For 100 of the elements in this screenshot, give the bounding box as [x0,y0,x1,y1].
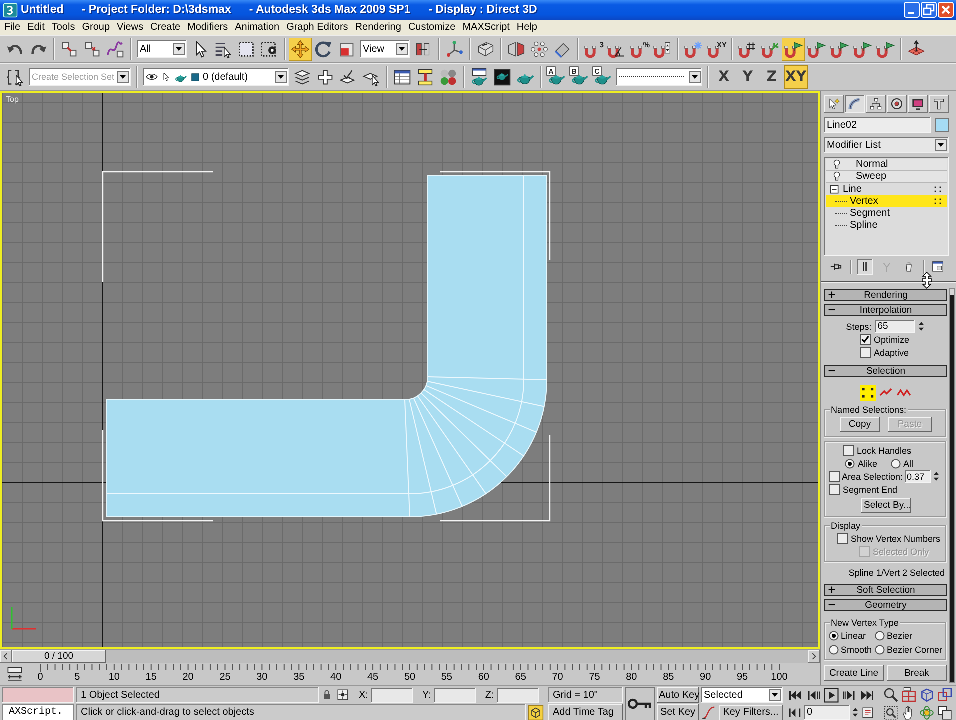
select-by-button[interactable]: Select By... [861,498,911,513]
cursor-arrow-icon[interactable] [161,71,171,83]
hierarchy-icon[interactable] [866,95,886,113]
named-selection-button[interactable]: Copy [840,417,880,432]
radio-button[interactable] [875,645,885,655]
timeline-ruler[interactable]: 0 5 10 15 20 25 30 35 40 45 50 55 60 65 70 75 80 85 90 95 100 [36,663,798,685]
set-key-button[interactable]: Set Key [657,704,699,720]
checkbox[interactable] [829,471,840,482]
sub-object-item[interactable]: Segment [826,207,947,219]
eye-icon[interactable] [146,71,158,83]
menu-item[interactable]: Graph Editors [283,22,352,33]
curve-editor-toggle-icon[interactable] [5,666,25,683]
dropdown[interactable]: View [360,40,410,58]
light-bulb-icon[interactable] [832,171,842,182]
plus-icon[interactable] [828,586,836,594]
menu-item[interactable]: Animation [232,22,284,33]
script-input-field[interactable]: AXScript. [2,704,74,720]
modifier-stack-item[interactable]: Line [826,183,947,195]
rollout-header[interactable]: Interpolation [824,304,947,316]
menu-item[interactable]: Edit [24,22,48,33]
checkbox[interactable] [860,347,871,358]
menu-item[interactable]: Create [147,22,184,33]
spinner-arrows-icon[interactable] [852,706,859,719]
axis-constraint-button[interactable]: XY [784,65,808,89]
coordinate-field[interactable] [434,688,476,702]
plus-icon[interactable] [828,291,836,299]
radio-button[interactable] [829,631,839,641]
geometry-button[interactable]: Break [887,665,947,681]
coordinate-field[interactable] [497,688,540,702]
modifier-stack-item[interactable]: Normal [826,159,947,171]
tangent-curve-icon[interactable] [701,704,717,720]
hammer-icon[interactable] [929,95,949,113]
geometry-button[interactable]: Create Line [824,665,884,681]
axis-constraint-button[interactable]: Y [736,65,760,89]
maximize-viewport-icon[interactable] [937,704,953,720]
flag-magnet-icon[interactable] [782,38,805,60]
zoom-extents-all-icon[interactable] [937,687,953,703]
zoom-all-icon[interactable] [901,687,917,703]
radio-button[interactable] [845,458,855,468]
time-slider-thumb[interactable]: 0 / 100 [12,650,106,663]
object-color-swatch[interactable] [935,118,949,132]
app-icon[interactable] [3,2,18,18]
rollout-header[interactable]: Soft Selection [824,584,947,596]
radio-button[interactable] [875,631,885,641]
menu-item[interactable]: File [1,22,24,33]
steps-field[interactable]: 65 [874,320,915,333]
axis-constraint-button[interactable]: X [712,65,736,89]
sub-object-item[interactable]: Spline [826,219,947,231]
scrollbar[interactable] [949,288,955,683]
menu-item[interactable]: Help [513,22,541,33]
rollout-header[interactable]: Selection [824,365,947,377]
menu-item[interactable]: Modifiers [184,22,232,33]
spinner-arrows-icon[interactable] [933,470,940,483]
script-output-field[interactable] [2,687,74,703]
absolute-mode-icon[interactable] [336,688,350,702]
time-tag-button[interactable]: Add Time Tag [548,704,623,720]
monitor-icon[interactable] [908,95,928,113]
zoom-region-icon[interactable] [883,704,899,720]
key-filters-button[interactable]: Key Filters... [719,704,783,720]
lock-icon[interactable] [321,688,333,702]
modifier-stack-item[interactable]: Sweep [826,171,947,183]
frame-field[interactable]: 0 [804,705,850,720]
radio-button[interactable] [890,458,901,468]
spline-shape[interactable] [106,176,548,518]
rollout-header[interactable]: Rendering [824,289,947,301]
minimize-icon[interactable] [904,2,920,18]
restore-icon[interactable] [921,2,937,18]
menu-item[interactable]: MAXScript [459,22,514,33]
key-icon[interactable] [625,687,655,720]
area-selection-field[interactable]: 0.37 [905,470,932,483]
zoom-extents-icon[interactable] [919,687,935,703]
auto-key-button[interactable]: Auto Key [657,687,699,703]
layer-dropdown[interactable]: 0 (default) [143,68,289,86]
close-icon[interactable] [938,2,954,18]
play-icon[interactable] [824,688,839,702]
zoom-icon[interactable] [883,687,899,703]
menu-item[interactable]: Group [78,22,114,33]
menu-item[interactable]: Customize [404,22,460,33]
chevron-left-icon[interactable] [0,650,12,663]
color-square-icon[interactable] [191,72,200,82]
line-style-dropdown[interactable] [616,68,702,86]
sub-object-item[interactable]: Vertex [826,195,947,207]
radio-button[interactable] [829,645,839,655]
menu-item[interactable]: Tools [48,22,79,33]
time-configuration-icon[interactable] [861,706,875,720]
arc-icon[interactable] [845,95,865,113]
vertex-dots-icon[interactable] [860,385,876,401]
checkbox[interactable] [829,484,840,495]
time-tag-icon[interactable] [528,704,544,720]
object-name-field[interactable]: Line02 [824,117,931,133]
wheel-icon[interactable] [887,95,907,113]
time-slider[interactable]: 0 / 100 [0,649,820,663]
dropdown[interactable]: All [137,40,187,58]
chevron-right-icon[interactable] [808,650,820,663]
menu-item[interactable]: Views [114,22,148,33]
light-bulb-icon[interactable] [832,159,842,170]
move-icon[interactable] [289,38,312,60]
window-icon[interactable] [930,258,946,274]
checkbox[interactable] [860,334,871,345]
checkbox[interactable] [837,533,848,544]
